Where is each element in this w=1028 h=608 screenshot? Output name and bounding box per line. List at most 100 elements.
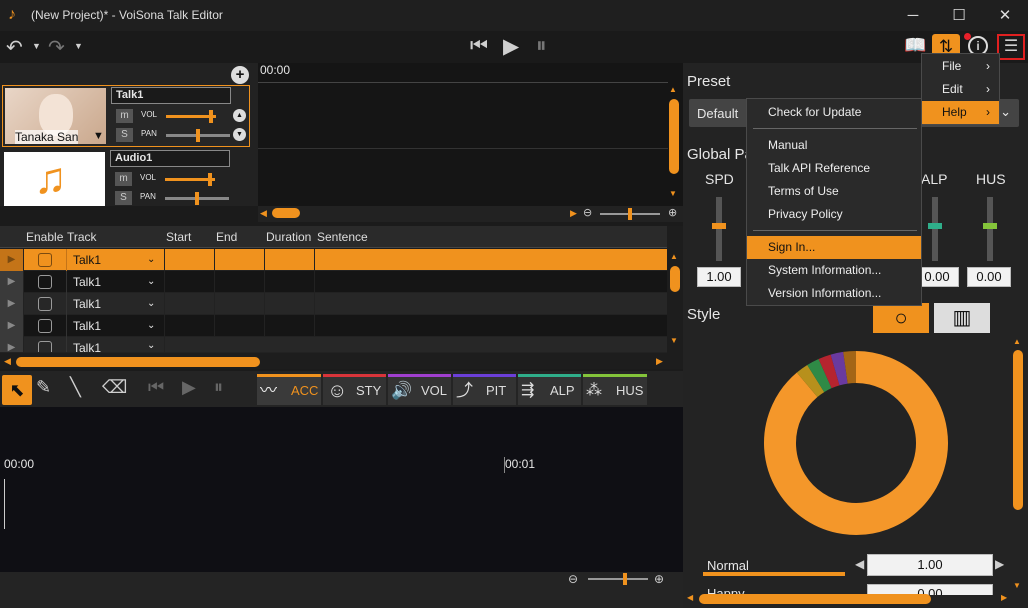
preset-chevron-icon[interactable]: ⌄ — [1000, 104, 1011, 120]
menu-terms-of-use[interactable]: Terms of Use — [747, 180, 921, 203]
menu-talk-api-reference[interactable]: Talk API Reference — [747, 157, 921, 180]
eraser-tool-icon[interactable]: ⌫ — [102, 377, 127, 398]
hamburger-menu-button[interactable]: ☰ — [997, 34, 1025, 60]
parameter-editor[interactable]: 00:00 00:01 — [0, 407, 684, 572]
track-name-field[interactable]: Talk1 — [111, 87, 231, 104]
alp-knob[interactable] — [928, 223, 942, 229]
hus-value[interactable]: 0.00 — [967, 267, 1011, 287]
hus-slider[interactable] — [987, 197, 993, 261]
hus-knob[interactable] — [983, 223, 997, 229]
track-name-field[interactable]: Audio1 — [110, 150, 230, 167]
track-timeline[interactable]: 00:00 ▲ ▼ — [258, 63, 684, 206]
right-hscroll-thumb[interactable] — [699, 594, 931, 604]
line-tool-icon[interactable]: ╲ — [70, 377, 81, 398]
right-scroll-left-icon[interactable]: ◀ — [687, 593, 693, 602]
donut-segment-3[interactable] — [818, 354, 840, 389]
donut-segment-1[interactable] — [796, 364, 825, 398]
editor-play-icon[interactable]: ▶ — [182, 377, 196, 398]
tab-hus[interactable]: ⁂ HUS — [583, 374, 647, 405]
menu-manual[interactable]: Manual — [747, 134, 921, 157]
track-audio1[interactable]: ♫ Audio1 m VOL S PAN — [2, 150, 250, 206]
right-vscroll[interactable] — [1013, 350, 1023, 510]
table-scroll-up-icon[interactable]: ▲ — [670, 252, 678, 261]
skip-start-icon[interactable]: ⏮ — [470, 35, 488, 58]
table-row[interactable]: ▶ Talk1 ⌄ — [0, 315, 667, 337]
minimize-button[interactable]: ─ — [890, 0, 936, 31]
col-start[interactable]: Start — [166, 230, 191, 244]
scroll-up-icon[interactable]: ▲ — [669, 85, 677, 94]
scroll-right-icon[interactable]: ▶ — [570, 208, 577, 219]
editor-skip-start-icon[interactable]: ⏮ — [148, 377, 164, 398]
move-up-icon[interactable]: ▲ — [233, 109, 246, 122]
zoom-in-icon[interactable]: ⊕ — [668, 206, 677, 219]
increment-icon[interactable]: ▶ — [995, 557, 1004, 571]
menu-sign-in[interactable]: Sign In... — [747, 236, 921, 259]
scroll-left-icon[interactable]: ◀ — [260, 208, 267, 219]
col-end[interactable]: End — [216, 230, 237, 244]
solo-button[interactable]: S — [115, 191, 132, 205]
chevron-down-icon[interactable]: ⌄ — [147, 340, 155, 351]
table-vscroll[interactable] — [670, 266, 680, 292]
select-tool-icon[interactable]: ⬉ — [2, 375, 32, 405]
style-row-normal[interactable]: Normal ◀ 1.00 ▶ — [683, 553, 1018, 577]
pause-icon[interactable]: ⏸ — [536, 34, 547, 58]
tab-pit[interactable]: ⤴ PIT — [453, 374, 516, 405]
chevron-down-icon[interactable]: ⌄ — [147, 320, 155, 331]
editor-zoom-in-icon[interactable]: ⊕ — [654, 572, 664, 586]
donut-segment-2[interactable] — [807, 358, 832, 393]
track-hscroll-thumb[interactable] — [272, 208, 300, 218]
table-row[interactable]: ▶ Talk1 ⌄ — [0, 249, 667, 271]
alp-slider[interactable] — [932, 197, 938, 261]
chevron-down-icon[interactable]: ⌄ — [147, 254, 155, 265]
undo-dropdown-icon[interactable]: ▼ — [32, 41, 41, 51]
vol-slider[interactable] — [166, 110, 216, 123]
right-scroll-up-icon[interactable]: ▲ — [1013, 337, 1021, 346]
zoom-out-icon[interactable]: ⊖ — [583, 206, 592, 219]
style-row-happy[interactable]: Happy 0.00 — [683, 581, 1018, 595]
zoom-slider[interactable] — [600, 208, 660, 220]
editor-zoom-out-icon[interactable]: ⊖ — [568, 572, 578, 586]
spd-value[interactable]: 1.00 — [697, 267, 741, 287]
enable-checkbox[interactable] — [38, 297, 52, 311]
enable-checkbox[interactable] — [38, 319, 52, 333]
chevron-down-icon[interactable]: ⌄ — [147, 298, 155, 309]
enable-checkbox[interactable] — [38, 341, 52, 352]
style-normal-value[interactable]: 1.00 — [867, 554, 993, 576]
tab-sty[interactable]: ☺ STY — [323, 374, 386, 405]
bar-view-button[interactable]: ▥ — [934, 303, 990, 333]
enable-checkbox[interactable] — [38, 275, 52, 289]
editor-zoom-slider[interactable] — [588, 573, 648, 585]
style-donut-chart[interactable] — [761, 348, 951, 538]
track-talk1[interactable]: Tanaka San ▼ Talk1 m VOL S PAN ▲ ▼ — [2, 85, 250, 147]
table-hscroll-thumb[interactable] — [16, 357, 260, 367]
table-row[interactable]: ▶ Talk1 ⌄ — [0, 271, 667, 293]
redo-dropdown-icon[interactable]: ▼ — [74, 41, 83, 51]
table-scroll-down-icon[interactable]: ▼ — [670, 336, 678, 345]
tab-acc[interactable]: 〰 ACC — [257, 374, 321, 405]
vol-slider[interactable] — [165, 173, 215, 186]
editor-pause-icon[interactable]: ⏸ — [214, 377, 223, 398]
menu-edit[interactable]: Edit › — [922, 78, 999, 101]
undo-icon[interactable]: ↶ — [6, 35, 23, 60]
pan-slider[interactable] — [165, 192, 229, 205]
donut-segment-5[interactable] — [843, 351, 857, 384]
tab-vol[interactable]: 🔊 VOL — [388, 374, 451, 405]
audio-thumbnail[interactable]: ♫ — [4, 152, 105, 206]
table-row[interactable]: ▶ Talk1 ⌄ — [0, 337, 667, 353]
donut-segment-0[interactable] — [764, 351, 948, 535]
maximize-button[interactable]: ☐ — [936, 0, 982, 31]
menu-version-information[interactable]: Version Information... — [747, 282, 921, 305]
decrement-icon[interactable]: ◀ — [855, 557, 864, 571]
enable-checkbox[interactable] — [38, 253, 52, 267]
solo-button[interactable]: S — [116, 128, 133, 142]
pen-tool-icon[interactable]: ✎ — [36, 377, 51, 398]
donut-segment-4[interactable] — [830, 351, 848, 386]
spd-knob[interactable] — [712, 223, 726, 229]
right-scroll-down-icon[interactable]: ▼ — [1013, 581, 1021, 590]
move-down-icon[interactable]: ▼ — [233, 128, 246, 141]
mute-button[interactable]: m — [116, 109, 133, 123]
menu-help[interactable]: Help › — [922, 101, 999, 124]
singer-avatar[interactable]: Tanaka San ▼ — [5, 88, 106, 144]
add-track-button[interactable]: + — [231, 66, 249, 84]
col-sentence[interactable]: Sentence — [317, 230, 368, 244]
